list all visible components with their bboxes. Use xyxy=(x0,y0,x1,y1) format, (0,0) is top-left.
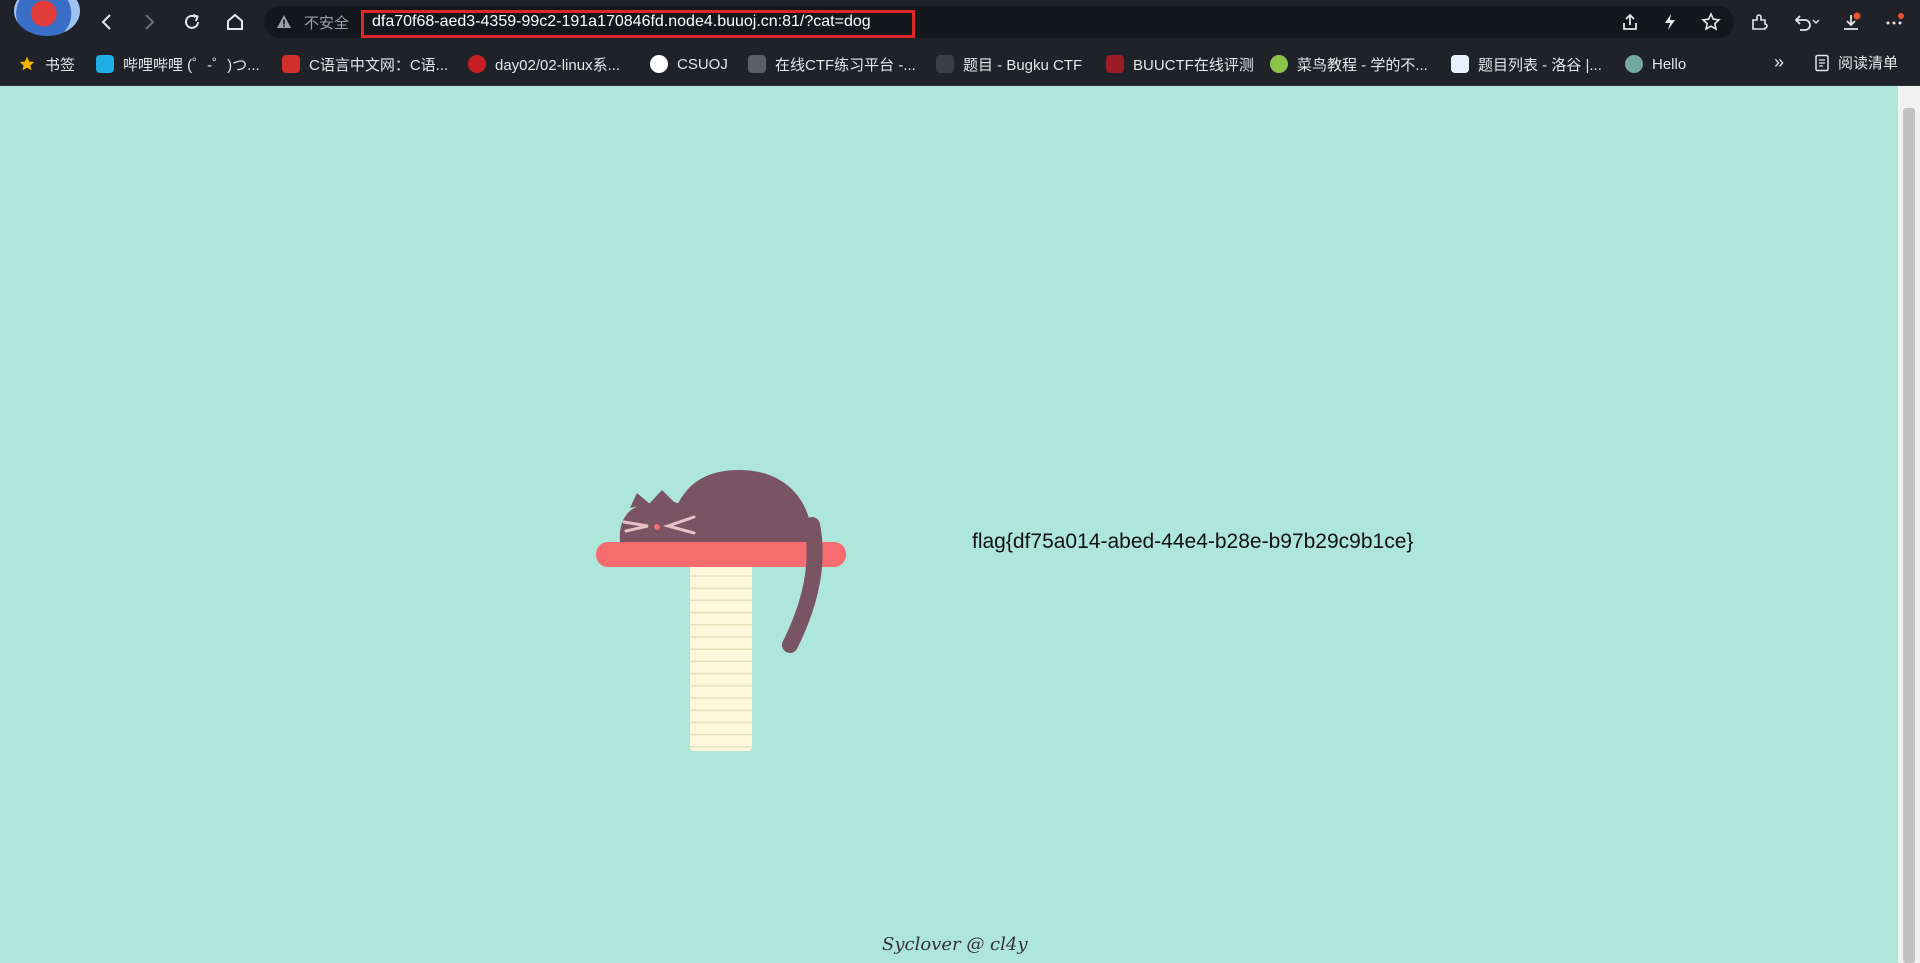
bookmark-item[interactable]: Hello xyxy=(1625,52,1686,76)
runoob-icon xyxy=(1270,55,1288,73)
scrollbar-thumb[interactable] xyxy=(1903,108,1915,963)
bookmark-item[interactable]: 在线CTF练习平台 -... xyxy=(748,52,916,76)
buuctf-icon xyxy=(1106,55,1124,73)
bookmark-label: CSUOJ xyxy=(677,55,728,73)
flag-text: flag{df75a014-abed-44e4-b28e-b97b29c9b1c… xyxy=(972,530,1414,553)
lightning-icon[interactable] xyxy=(1656,8,1684,36)
openai-icon xyxy=(1625,55,1643,73)
reading-list-icon xyxy=(1815,54,1829,71)
sleeping-cat-illustration xyxy=(596,470,846,751)
bookmark-item[interactable]: 书签 xyxy=(18,52,75,76)
reading-list-label: 阅读清单 xyxy=(1838,55,1899,72)
forward-icon[interactable] xyxy=(135,8,163,36)
bookmark-item[interactable]: 题目 - Bugku CTF xyxy=(936,52,1082,76)
bookmark-item[interactable]: CSUOJ xyxy=(650,52,728,76)
ctf-icon xyxy=(748,55,766,73)
share-icon[interactable] xyxy=(1616,8,1644,36)
home-icon[interactable] xyxy=(221,8,249,36)
url-text[interactable]: dfa70f68-aed3-4359-99c2-191a170846fd.nod… xyxy=(372,13,871,31)
bookmark-item[interactable]: day02/02-linux系... xyxy=(468,52,620,76)
reading-list-button[interactable]: 阅读清单 xyxy=(1814,52,1898,73)
undo-icon[interactable] xyxy=(1788,8,1824,36)
bookmarks-overflow-button[interactable]: » xyxy=(1774,52,1784,73)
more-icon[interactable] xyxy=(1880,8,1908,36)
star-icon xyxy=(19,56,35,71)
bookmark-item[interactable]: 哔哩哔哩 (゜-゜)つ... xyxy=(96,52,260,76)
luogu-icon xyxy=(1451,55,1469,73)
bookmark-label: 菜鸟教程 - 学的不... xyxy=(1297,56,1428,74)
back-icon[interactable] xyxy=(93,8,121,36)
page-footer: Syclover @ cl4y xyxy=(882,934,1028,955)
bookmark-label: 书签 xyxy=(45,56,76,74)
favorite-star-icon[interactable] xyxy=(1697,8,1725,36)
c-icon xyxy=(282,55,300,73)
bookmark-label: 题目列表 - 洛谷 |... xyxy=(1478,56,1602,74)
warning-icon xyxy=(277,15,291,28)
scratching-post xyxy=(690,565,752,751)
bookmark-item[interactable]: 菜鸟教程 - 学的不... xyxy=(1270,52,1428,76)
bookmark-label: 哔哩哔哩 (゜-゜)つ... xyxy=(123,56,260,74)
bookmark-label: C语言中文网：C语... xyxy=(309,56,449,74)
bugku-icon xyxy=(936,55,954,73)
csuoj-icon xyxy=(650,55,668,73)
bookmark-label: 在线CTF练习平台 -... xyxy=(775,56,916,74)
security-label[interactable]: 不安全 xyxy=(304,12,349,33)
reload-icon[interactable] xyxy=(178,8,206,36)
extensions-icon[interactable] xyxy=(1746,8,1774,36)
bookmark-item[interactable]: C语言中文网：C语... xyxy=(282,52,448,76)
bookmark-label: Hello xyxy=(1652,55,1687,73)
bookmark-label: 题目 - Bugku CTF xyxy=(963,56,1083,74)
download-icon[interactable] xyxy=(1837,8,1865,36)
bookmark-item[interactable]: 题目列表 - 洛谷 |... xyxy=(1451,52,1602,76)
cat-body xyxy=(619,470,812,542)
gitee-icon xyxy=(468,55,486,73)
bookmark-item[interactable]: BUUCTF在线评测 xyxy=(1106,52,1254,76)
bookmark-label: day02/02-linux系... xyxy=(495,56,621,74)
bilibili-icon xyxy=(96,55,114,73)
bookmark-label: BUUCTF在线评测 xyxy=(1133,56,1254,74)
